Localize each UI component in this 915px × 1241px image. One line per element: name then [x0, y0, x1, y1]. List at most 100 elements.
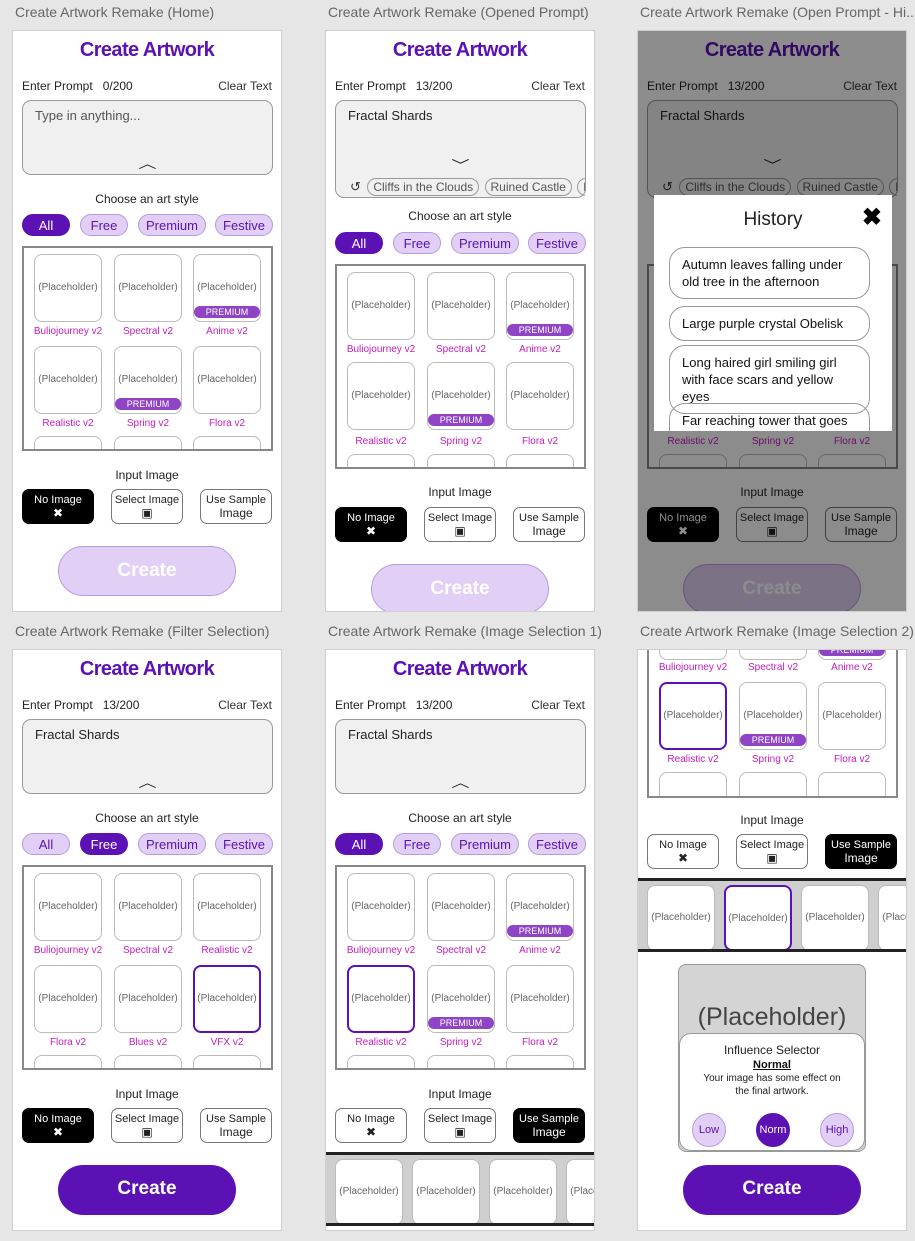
- tab-premium[interactable]: Premium: [138, 214, 206, 236]
- style-card[interactable]: [347, 454, 415, 467]
- style-card[interactable]: [818, 772, 886, 796]
- create-button[interactable]: Create: [683, 1165, 861, 1215]
- tab-festive[interactable]: Festive: [215, 214, 273, 236]
- no-image-button[interactable]: No Image ✖: [22, 489, 94, 524]
- use-sample-image-button[interactable]: Use Sample Image: [200, 489, 272, 524]
- chevron-down-icon[interactable]: ﹀: [451, 159, 469, 172]
- style-card[interactable]: (Placeholder): [818, 682, 886, 750]
- tab-free[interactable]: Free: [393, 232, 441, 254]
- style-card[interactable]: [193, 436, 261, 449]
- style-card[interactable]: (Placeholder) PREMIUM: [114, 346, 182, 414]
- style-card[interactable]: (Placeholder): [34, 965, 102, 1033]
- style-card[interactable]: [347, 1055, 415, 1068]
- style-card[interactable]: (Placeholder): [34, 346, 102, 414]
- prompt-input[interactable]: Fractal Shards ︿: [22, 719, 273, 794]
- history-chip[interactable]: Cliffs in the Clouds: [367, 178, 480, 196]
- sample-image-selected[interactable]: (Placeholder): [724, 885, 792, 949]
- chevron-up-icon[interactable]: ︿: [138, 776, 156, 789]
- select-image-button[interactable]: Select Image ▣: [424, 1108, 496, 1143]
- tab-free[interactable]: Free: [80, 833, 128, 855]
- create-button[interactable]: Create: [371, 564, 549, 611]
- influence-norm-button[interactable]: Norm: [756, 1113, 790, 1147]
- clear-text-button[interactable]: Clear Text: [218, 698, 272, 712]
- no-image-button[interactable]: No Image ✖: [335, 1108, 407, 1143]
- style-card[interactable]: [739, 650, 807, 660]
- style-card-selected[interactable]: (Placeholder): [659, 682, 727, 750]
- sample-image[interactable]: (Placeholder): [801, 885, 869, 949]
- style-card[interactable]: [659, 650, 727, 660]
- clear-text-button[interactable]: Clear Text: [531, 698, 585, 712]
- clear-text-button[interactable]: Clear Text: [218, 79, 272, 93]
- close-icon[interactable]: ✖: [862, 203, 882, 232]
- style-card[interactable]: [34, 1055, 102, 1068]
- chevron-up-icon[interactable]: ︿: [138, 157, 156, 170]
- select-image-button[interactable]: Select Image ▣: [424, 507, 496, 542]
- sample-image[interactable]: (Placeholder): [489, 1159, 557, 1223]
- style-card[interactable]: (Placeholder): [347, 362, 415, 430]
- prompt-input[interactable]: Fractal Shards ﹀ ↺ Cliffs in the Clouds …: [335, 100, 586, 198]
- style-card[interactable]: (Placeholder): [506, 965, 574, 1033]
- style-card[interactable]: [506, 1055, 574, 1068]
- chevron-up-icon[interactable]: ︿: [451, 776, 469, 789]
- tab-premium[interactable]: Premium: [451, 232, 519, 254]
- style-card[interactable]: (Placeholder): [427, 272, 495, 340]
- history-chip[interactable]: P: [577, 178, 585, 196]
- tab-all[interactable]: All: [335, 232, 383, 254]
- clear-text-button[interactable]: Clear Text: [531, 79, 585, 93]
- style-card-selected[interactable]: (Placeholder): [193, 965, 261, 1033]
- style-card[interactable]: (Placeholder) PREMIUM: [739, 682, 807, 750]
- sample-image[interactable]: (Placeholder): [647, 885, 715, 949]
- tab-festive[interactable]: Festive: [215, 833, 273, 855]
- use-sample-image-button[interactable]: Use Sample Image: [200, 1108, 272, 1143]
- tab-all[interactable]: All: [22, 214, 70, 236]
- tab-free[interactable]: Free: [80, 214, 128, 236]
- tab-festive[interactable]: Festive: [528, 833, 586, 855]
- style-card[interactable]: (Placeholder): [347, 272, 415, 340]
- style-card[interactable]: (Placeholder) PREMIUM: [193, 254, 261, 322]
- influence-high-button[interactable]: High: [820, 1113, 854, 1147]
- style-card[interactable]: (Placeholder): [347, 873, 415, 941]
- select-image-button[interactable]: Select Image ▣: [111, 489, 183, 524]
- tab-all[interactable]: All: [22, 833, 70, 855]
- style-card[interactable]: [659, 772, 727, 796]
- no-image-button[interactable]: No Image ✖: [335, 507, 407, 542]
- no-image-button[interactable]: No Image ✖: [22, 1108, 94, 1143]
- select-image-button[interactable]: Select Image ▣: [111, 1108, 183, 1143]
- sample-image[interactable]: (Placeholder): [878, 885, 906, 949]
- select-image-button[interactable]: Select Image ▣: [736, 834, 808, 869]
- style-card[interactable]: (Placeholder): [114, 965, 182, 1033]
- style-card-selected[interactable]: (Placeholder): [347, 965, 415, 1033]
- style-card[interactable]: (Placeholder) PREMIUM: [427, 362, 495, 430]
- style-card[interactable]: PREMIUM: [818, 650, 886, 660]
- no-image-button[interactable]: No Image ✖: [647, 834, 719, 869]
- style-card[interactable]: (Placeholder): [114, 873, 182, 941]
- tab-premium[interactable]: Premium: [138, 833, 206, 855]
- create-button[interactable]: Create: [58, 1165, 236, 1215]
- style-card[interactable]: [34, 436, 102, 449]
- sample-image[interactable]: (Placeholder): [335, 1159, 403, 1223]
- sample-image[interactable]: (Placeholder): [566, 1159, 594, 1223]
- style-card[interactable]: (Placeholder): [193, 873, 261, 941]
- influence-low-button[interactable]: Low: [692, 1113, 726, 1147]
- style-card[interactable]: [506, 454, 574, 467]
- use-sample-image-button[interactable]: Use Sample Image: [825, 834, 897, 869]
- tab-all[interactable]: All: [335, 833, 383, 855]
- style-card[interactable]: [114, 436, 182, 449]
- style-card[interactable]: (Placeholder): [427, 873, 495, 941]
- tab-premium[interactable]: Premium: [451, 833, 519, 855]
- history-item[interactable]: Autumn leaves falling under old tree in …: [669, 247, 870, 299]
- style-card[interactable]: (Placeholder) PREMIUM: [427, 965, 495, 1033]
- style-card[interactable]: (Placeholder): [193, 346, 261, 414]
- history-item[interactable]: Far reaching tower that goes up: [669, 403, 870, 431]
- tab-free[interactable]: Free: [393, 833, 441, 855]
- history-item[interactable]: Large purple crystal Obelisk: [669, 306, 870, 341]
- style-card[interactable]: (Placeholder): [114, 254, 182, 322]
- use-sample-image-button[interactable]: Use Sample Image: [513, 507, 585, 542]
- style-card[interactable]: (Placeholder) PREMIUM: [506, 272, 574, 340]
- style-card[interactable]: (Placeholder): [34, 873, 102, 941]
- style-card[interactable]: [739, 772, 807, 796]
- style-card[interactable]: [193, 1055, 261, 1068]
- tab-festive[interactable]: Festive: [528, 232, 586, 254]
- style-card[interactable]: (Placeholder): [506, 362, 574, 430]
- use-sample-image-button[interactable]: Use Sample Image: [513, 1108, 585, 1143]
